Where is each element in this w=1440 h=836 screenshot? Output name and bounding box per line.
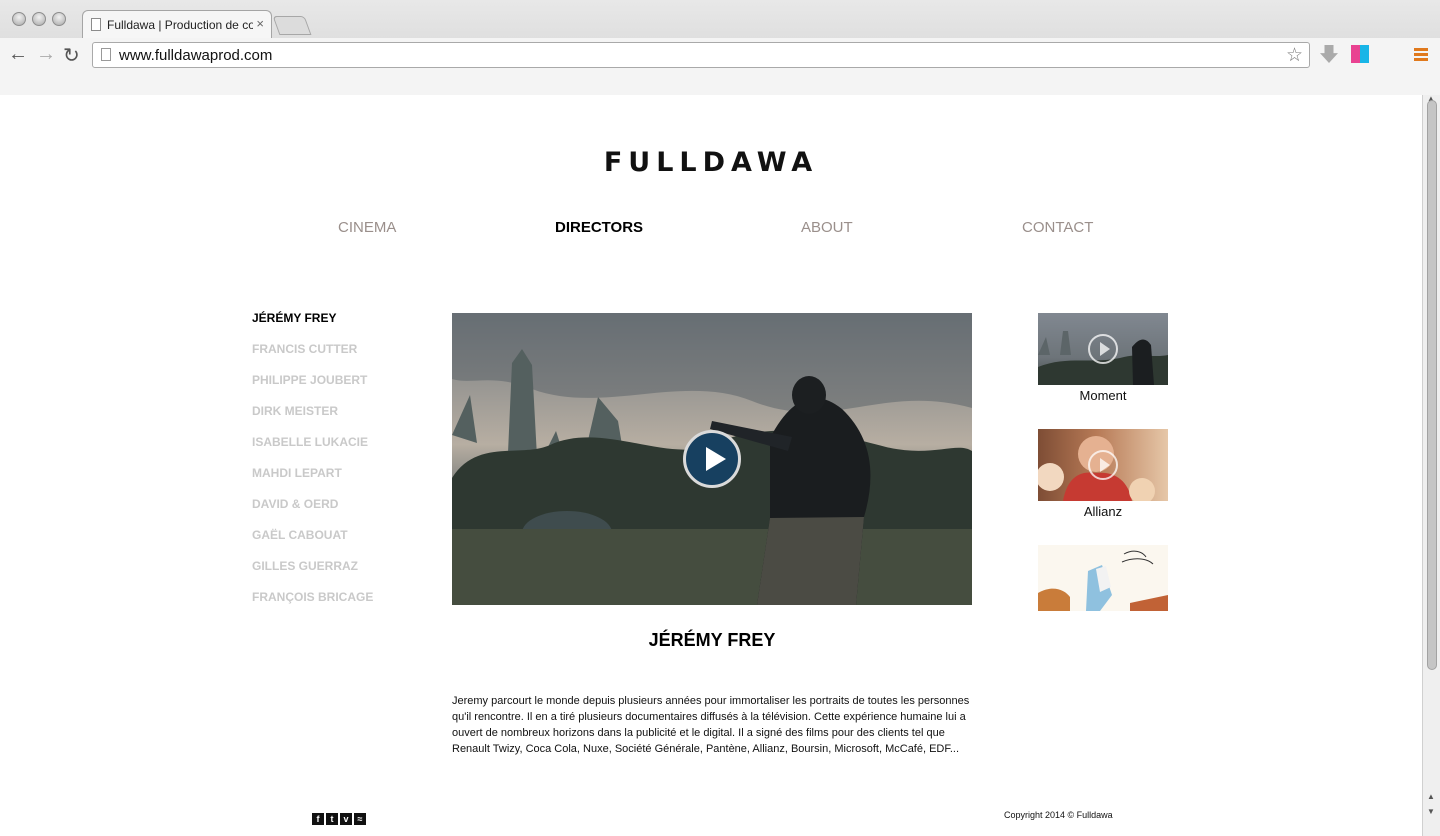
nav-contact[interactable]: CONTACT bbox=[1022, 219, 1093, 236]
url-text[interactable]: www.fulldawaprod.com bbox=[119, 47, 272, 64]
video-thumbnails: Moment Allianz bbox=[1038, 313, 1168, 632]
featured-video-player[interactable] bbox=[452, 313, 972, 605]
director-item[interactable]: FRANÇOIS BRICAGE bbox=[252, 590, 373, 621]
window-zoom-control[interactable] bbox=[52, 12, 66, 26]
thumbnail-image bbox=[1038, 313, 1168, 385]
thumbnail-illustration[interactable] bbox=[1038, 545, 1168, 611]
browser-toolbar: ← → ↻ www.fulldawaprod.com ☆ bbox=[0, 38, 1440, 95]
page-icon bbox=[91, 18, 101, 31]
new-tab-button[interactable] bbox=[272, 16, 312, 35]
director-item[interactable]: GAËL CABOUAT bbox=[252, 528, 373, 559]
scroll-thumb[interactable] bbox=[1427, 100, 1437, 670]
browser-tab[interactable]: Fulldawa | Production de contenus × bbox=[82, 10, 272, 38]
download-extension-icon[interactable] bbox=[1320, 45, 1338, 63]
address-bar[interactable]: www.fulldawaprod.com ☆ bbox=[92, 42, 1310, 68]
forward-button[interactable]: → bbox=[36, 43, 56, 66]
site-logo[interactable]: FULLDAWA bbox=[0, 147, 1422, 178]
facebook-icon[interactable]: f bbox=[312, 813, 324, 825]
page-scrollbar[interactable]: ▲ ▲ ▼ bbox=[1422, 94, 1440, 836]
thumbnail-play-icon bbox=[1088, 450, 1118, 480]
thumbnail-moment[interactable]: Moment bbox=[1038, 313, 1168, 408]
director-item[interactable]: PHILIPPE JOUBERT bbox=[252, 373, 373, 404]
rss-icon[interactable]: ≈ bbox=[354, 813, 366, 825]
browser-chrome: Fulldawa | Production de contenus × ← → … bbox=[0, 0, 1440, 95]
director-item[interactable]: DIRK MEISTER bbox=[252, 404, 373, 435]
director-item[interactable]: ISABELLE LUKACIE bbox=[252, 435, 373, 466]
nav-cinema[interactable]: CINEMA bbox=[338, 219, 396, 236]
director-item[interactable]: JÉRÉMY FREY bbox=[252, 311, 373, 342]
window-minimize-control[interactable] bbox=[32, 12, 46, 26]
nav-about[interactable]: ABOUT bbox=[801, 219, 853, 236]
colorful-extension-icon[interactable] bbox=[1351, 45, 1369, 63]
social-links: f t v ≈ bbox=[312, 809, 368, 827]
director-item[interactable]: FRANCIS CUTTER bbox=[252, 342, 373, 373]
close-tab-icon[interactable]: × bbox=[256, 16, 264, 31]
thumbnail-image bbox=[1038, 429, 1168, 501]
web-page: FULLDAWA CINEMA DIRECTORS ABOUT CONTACT … bbox=[0, 95, 1422, 836]
directors-list: JÉRÉMY FREY FRANCIS CUTTER PHILIPPE JOUB… bbox=[252, 311, 373, 621]
back-button[interactable]: ← bbox=[8, 43, 28, 66]
director-item[interactable]: MAHDI LEPART bbox=[252, 466, 373, 497]
bookmark-star-icon[interactable]: ☆ bbox=[1286, 44, 1303, 67]
scroll-up-icon[interactable]: ▲ bbox=[1427, 792, 1435, 801]
play-button[interactable] bbox=[683, 430, 741, 488]
director-title: JÉRÉMY FREY bbox=[648, 630, 776, 650]
thumbnail-image bbox=[1038, 545, 1168, 611]
twitter-icon[interactable]: t bbox=[326, 813, 338, 825]
thumbnail-still bbox=[1038, 550, 1168, 611]
nav-directors[interactable]: DIRECTORS bbox=[555, 219, 643, 236]
thumbnail-label: Moment bbox=[1079, 388, 1127, 403]
director-item[interactable]: DAVID & OERD bbox=[252, 497, 373, 528]
thumbnail-label: Allianz bbox=[1083, 504, 1123, 519]
reload-button[interactable]: ↻ bbox=[63, 43, 80, 68]
scroll-down-icon[interactable]: ▼ bbox=[1427, 807, 1435, 816]
director-item[interactable]: GILLES GUERRAZ bbox=[252, 559, 373, 590]
thumbnail-play-icon bbox=[1088, 334, 1118, 364]
thumbnail-allianz[interactable]: Allianz bbox=[1038, 429, 1168, 524]
tab-title: Fulldawa | Production de contenus bbox=[107, 18, 253, 32]
vimeo-icon[interactable]: v bbox=[340, 813, 352, 825]
browser-menu-icon[interactable] bbox=[1414, 48, 1428, 63]
director-bio: Jeremy parcourt le monde depuis plusieur… bbox=[452, 695, 970, 755]
window-close-control[interactable] bbox=[12, 12, 26, 26]
tab-strip: Fulldawa | Production de contenus × bbox=[0, 0, 1440, 38]
copyright-notice: Copyright 2014 © Fulldawa bbox=[1004, 810, 1113, 820]
page-icon bbox=[101, 48, 111, 61]
